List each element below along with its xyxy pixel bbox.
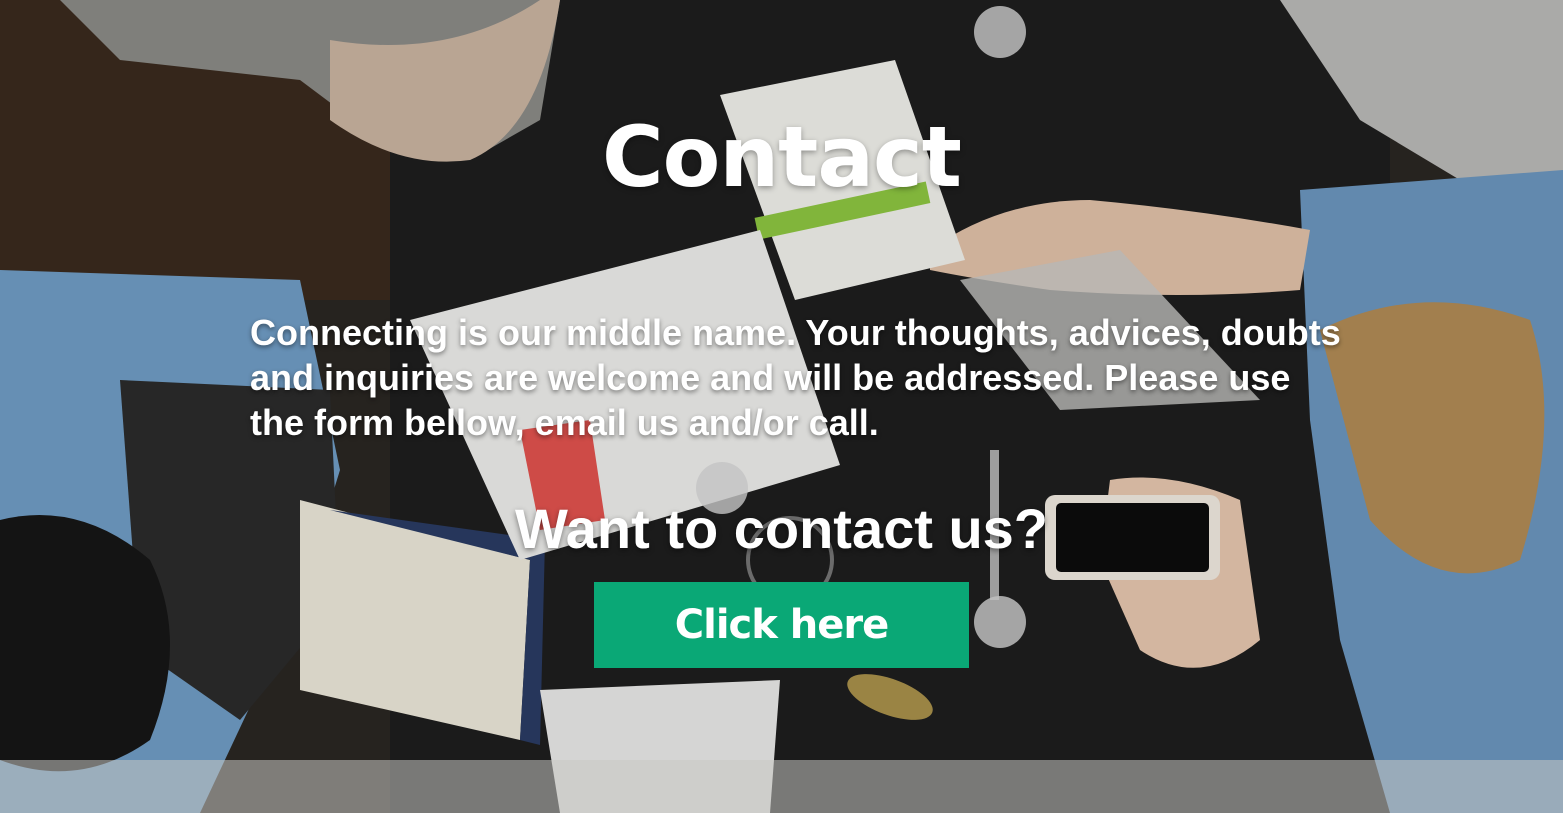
page-title: Contact [602,108,962,206]
intro-text: Connecting is our middle name. Your thou… [250,312,1341,443]
click-here-button[interactable]: Click here [594,582,969,668]
contact-subheading: Want to contact us? [514,497,1048,560]
contact-hero: Contact Connecting is our middle name. Y… [0,0,1563,813]
